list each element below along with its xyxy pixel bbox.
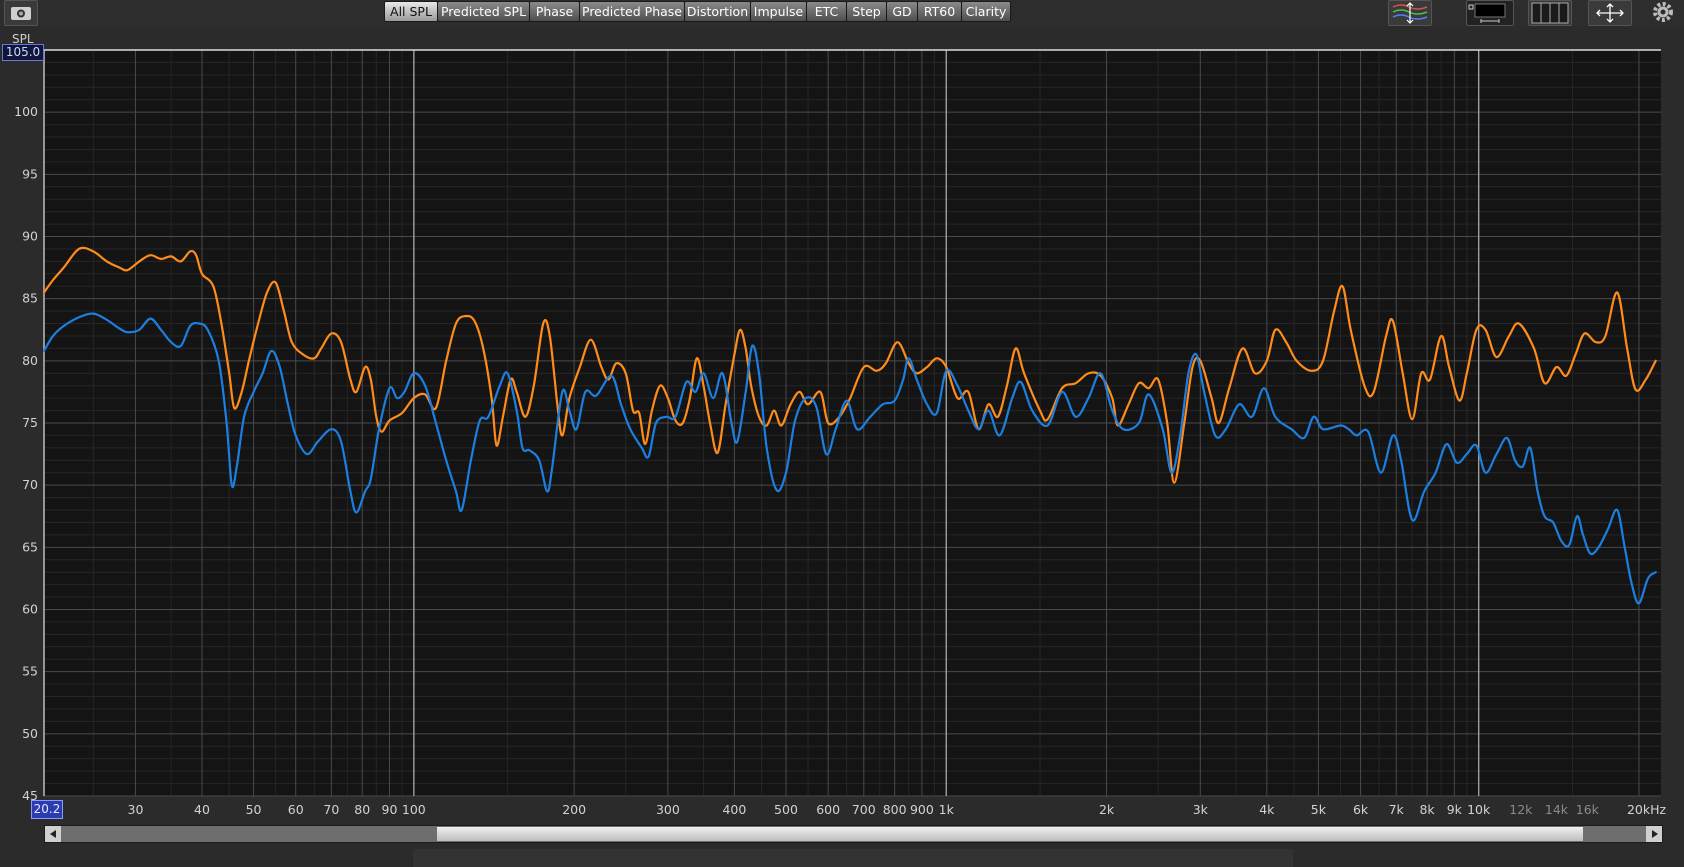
x-tick-label: 100	[402, 802, 426, 817]
x-tick-label: 16k	[1576, 802, 1600, 817]
x-tick-label: 20kHz	[1627, 802, 1667, 817]
y-tick-label: 80	[22, 353, 38, 368]
x-tick-label: 800	[883, 802, 907, 817]
x-tick-label: 7k	[1389, 802, 1405, 817]
y-tick-label: 95	[22, 166, 38, 181]
horizontal-scrollbar[interactable]	[44, 825, 1663, 843]
x-tick-label: 1k	[939, 802, 955, 817]
x-min-input[interactable]: 20.2	[31, 800, 63, 819]
x-tick-label: 700	[852, 802, 876, 817]
x-tick-label: 10k	[1467, 802, 1491, 817]
x-tick-label: 12k	[1509, 802, 1533, 817]
x-tick-label: 9k	[1447, 802, 1463, 817]
x-tick-label: 8k	[1419, 802, 1435, 817]
x-tick-label: 90	[382, 802, 398, 817]
x-tick-label: 4k	[1259, 802, 1275, 817]
y-tick-label: 55	[22, 664, 38, 679]
y-tick-label: 65	[22, 539, 38, 554]
x-tick-label: 200	[562, 802, 586, 817]
x-tick-label: 900	[910, 802, 934, 817]
x-tick-label: 2k	[1099, 802, 1115, 817]
scroll-left-button[interactable]	[45, 826, 61, 842]
legend-bar	[413, 849, 1293, 867]
x-tick-label: 300	[656, 802, 680, 817]
spl-chart[interactable]: 1009590858075706560555045 30 40 50 60 70 80 90…	[0, 0, 1684, 822]
x-tick-label: 6k	[1353, 802, 1369, 817]
y-tick-label: 70	[22, 477, 38, 492]
x-tick-label: 30	[128, 802, 144, 817]
x-tick-label: 80	[354, 802, 370, 817]
y-tick-label: 50	[22, 726, 38, 741]
x-tick-label: 400	[722, 802, 746, 817]
x-tick-label: 50	[246, 802, 262, 817]
x-tick-label: 40	[194, 802, 210, 817]
x-tick-label: 5k	[1311, 802, 1327, 817]
y-tick-label: 90	[22, 229, 38, 244]
scroll-right-button[interactable]	[1646, 826, 1662, 842]
y-tick-label: 85	[22, 291, 38, 306]
x-tick-label: 500	[774, 802, 798, 817]
y-max-input[interactable]: 105.0	[2, 44, 44, 61]
x-tick-label: 60	[288, 802, 304, 817]
x-tick-label: 70	[323, 802, 339, 817]
scroll-thumb[interactable]	[437, 827, 1583, 841]
y-tick-label: 60	[22, 602, 38, 617]
y-tick-label: 75	[22, 415, 38, 430]
y-tick-label: 100	[14, 104, 38, 119]
x-tick-label: 600	[816, 802, 840, 817]
x-tick-label: 14k	[1545, 802, 1569, 817]
x-tick-label: 3k	[1193, 802, 1209, 817]
